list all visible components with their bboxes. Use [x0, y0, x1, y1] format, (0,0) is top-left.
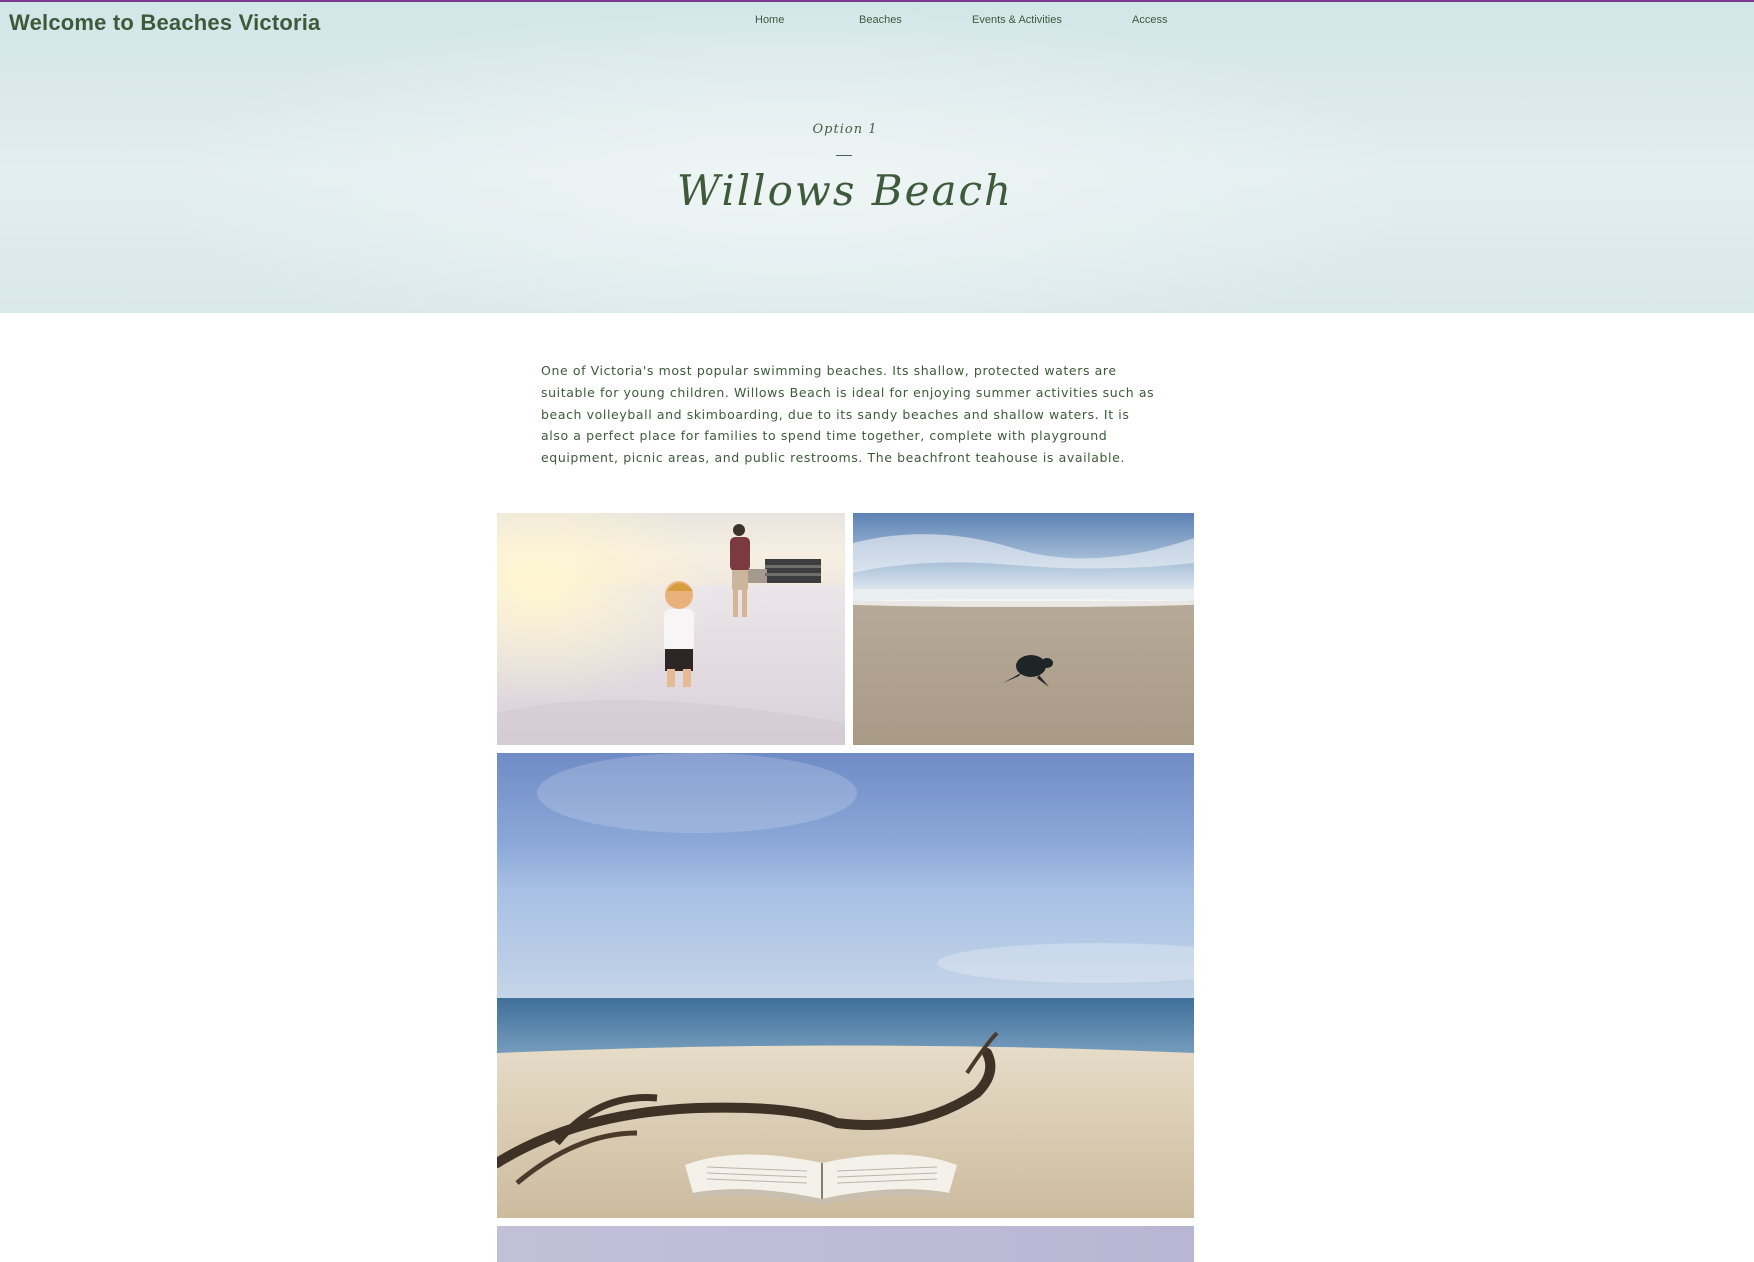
child-on-beach-picture — [497, 513, 845, 745]
gallery-image-sea-turtle[interactable] — [853, 513, 1194, 745]
hero-title: Willows Beach — [676, 166, 1014, 215]
page: Welcome to Beaches Victoria Home Beaches… — [0, 0, 1754, 1262]
nav-item-home[interactable]: Home — [755, 14, 784, 26]
nav-item-access[interactable]: Access — [1132, 14, 1167, 26]
intro-paragraph: One of Victoria's most popular swimming … — [541, 363, 1155, 466]
partial-beach-picture — [497, 1226, 1194, 1262]
main-nav: Home Beaches Events & Activities Access — [720, 14, 1200, 34]
gallery-image-partial[interactable] — [497, 1226, 1194, 1262]
top-accent-rule — [0, 0, 1754, 2]
nav-item-events-activities[interactable]: Events & Activities — [972, 14, 1062, 26]
hero-divider — [836, 155, 852, 156]
nav-item-beaches[interactable]: Beaches — [859, 14, 902, 26]
gallery-image-book-on-beach[interactable] — [497, 753, 1194, 1218]
book-on-beach-picture — [497, 753, 1194, 1218]
site-title[interactable]: Welcome to Beaches Victoria — [9, 10, 321, 36]
gallery-image-child-on-beach[interactable] — [497, 513, 845, 745]
hero-banner: Welcome to Beaches Victoria Home Beaches… — [0, 0, 1754, 313]
hero-subtitle: Option 1 — [812, 122, 878, 137]
sea-turtle-picture — [853, 513, 1194, 745]
